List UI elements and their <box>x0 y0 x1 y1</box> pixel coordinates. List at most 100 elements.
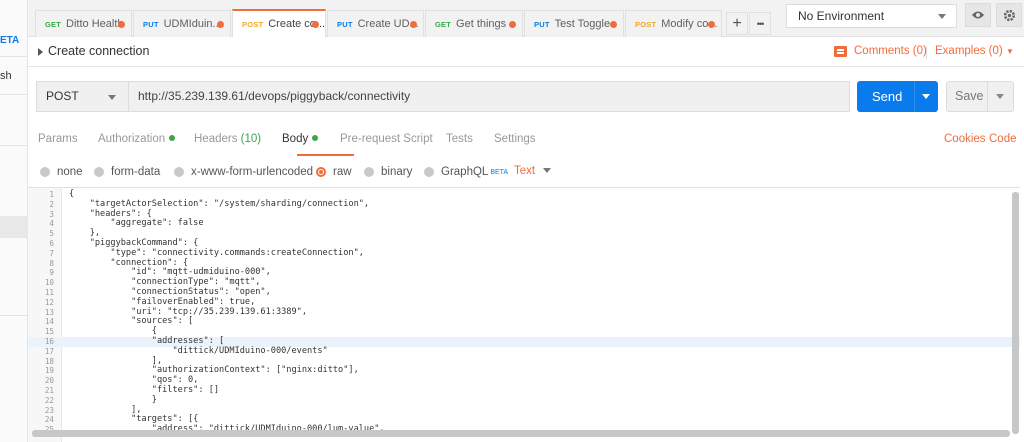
tab-tests[interactable]: Tests <box>446 133 473 145</box>
code-line[interactable]: 4 "aggregate": false <box>28 219 1020 229</box>
line-number: 2 <box>49 199 54 209</box>
body-type-urlencoded[interactable]: x-www-form-urlencoded <box>174 166 313 178</box>
tab-label: Ditto Health <box>66 18 124 30</box>
line-number: 15 <box>44 327 54 337</box>
vertical-scrollbar[interactable] <box>1012 192 1019 434</box>
unsaved-dot-icon <box>708 21 715 28</box>
body-type-label: raw <box>333 166 352 178</box>
http-method-select[interactable]: POST <box>36 81 129 112</box>
line-number: 24 <box>44 415 54 425</box>
tab-headers[interactable]: Headers (10) <box>194 133 261 145</box>
sidebar-selected-item[interactable] <box>0 216 28 238</box>
environment-select[interactable]: No Environment <box>786 4 957 28</box>
request-tab[interactable]: PUT Test Toggle <box>524 10 624 37</box>
body-type-graphql[interactable]: GraphQL BETA <box>424 166 508 178</box>
code-link[interactable]: Code <box>989 133 1017 145</box>
body-type-label: GraphQL <box>441 166 489 178</box>
new-tab-button[interactable]: + <box>726 12 748 35</box>
request-tab-strip: GET Ditto Health PUT UDMIduin... POST Cr… <box>28 0 782 37</box>
unsaved-dot-icon <box>410 21 417 28</box>
horizontal-scrollbar[interactable] <box>32 430 1010 437</box>
status-dot-icon <box>312 135 319 141</box>
tab-label: Test Toggle <box>554 18 611 30</box>
body-type-raw[interactable]: raw <box>316 166 352 178</box>
status-dot-icon <box>169 135 176 141</box>
line-number: 13 <box>44 307 54 317</box>
raw-format-value: Text <box>514 165 536 177</box>
line-number: 5 <box>49 229 54 239</box>
sidebar-divider <box>0 56 28 57</box>
code-line[interactable]: 17 "dittick/UDMIduino-000/events" <box>28 346 1020 357</box>
sidebar-divider <box>0 145 28 146</box>
chevron-down-icon[interactable] <box>996 94 1004 99</box>
more-tabs-button[interactable]: ••• <box>749 12 771 35</box>
body-code-editor[interactable]: 1{2 "targetActorSelection": "/system/sha… <box>28 187 1020 442</box>
tab-method: PUT <box>143 19 159 29</box>
radio-icon <box>94 167 104 177</box>
save-button[interactable]: Save <box>946 81 1014 112</box>
tab-body[interactable]: Body <box>282 133 319 145</box>
send-button[interactable]: Send <box>857 81 938 112</box>
tab-method: GET <box>435 19 452 29</box>
chevron-down-icon <box>938 14 946 19</box>
tab-settings[interactable]: Settings <box>494 133 536 145</box>
eye-icon <box>972 11 984 19</box>
code-line[interactable]: 2 "targetActorSelection": "/system/shard… <box>28 199 1020 210</box>
radio-icon <box>424 167 434 177</box>
comments-button[interactable]: Comments (0) <box>834 45 927 57</box>
request-title[interactable]: Create connection <box>48 44 149 58</box>
environment-bar: No Environment <box>782 0 1024 37</box>
line-number: 23 <box>44 405 54 415</box>
tab-method: PUT <box>534 19 550 29</box>
tab-prerequest-script[interactable]: Pre-request Script <box>340 133 433 145</box>
unsaved-dot-icon <box>509 21 516 28</box>
request-tab-active[interactable]: POST Create co... <box>232 9 326 37</box>
examples-button[interactable]: Examples (0) ▼ <box>935 45 1014 57</box>
tab-method: POST <box>635 19 657 29</box>
radio-icon <box>174 167 184 177</box>
unsaved-dot-icon <box>118 21 125 28</box>
tab-body-label: Body <box>282 133 309 145</box>
code-line[interactable]: 14 "sources": [ <box>28 317 1020 327</box>
sidebar-beta-label: ETA <box>0 35 20 46</box>
tab-method: PUT <box>337 19 353 29</box>
body-type-label: x-www-form-urlencoded <box>191 166 314 178</box>
collections-sidebar: ETA sh <box>0 0 28 442</box>
request-tab[interactable]: PUT Create UD... <box>327 10 424 37</box>
line-number: 4 <box>49 219 54 229</box>
tab-method: GET <box>45 19 62 29</box>
tab-authorization[interactable]: Authorization <box>98 133 176 145</box>
request-tab[interactable]: GET Get things <box>425 10 523 37</box>
request-tab[interactable]: POST Modify co... <box>625 10 722 37</box>
chevron-down-icon <box>108 95 116 100</box>
chevron-down-icon[interactable] <box>922 94 930 99</box>
chevron-down-icon <box>543 168 552 173</box>
line-number: 6 <box>49 239 54 248</box>
line-number: 7 <box>49 248 54 258</box>
line-number: 1 <box>49 190 54 199</box>
collapse-arrow-icon[interactable] <box>38 48 43 56</box>
request-tab[interactable]: GET Ditto Health <box>35 10 132 37</box>
save-label: Save <box>955 89 984 103</box>
tab-method: POST <box>242 19 264 29</box>
cookies-link[interactable]: Cookies <box>944 133 986 145</box>
manage-environments-button[interactable] <box>996 3 1022 27</box>
unsaved-dot-icon <box>217 21 224 28</box>
tab-params[interactable]: Params <box>38 133 78 145</box>
body-type-binary[interactable]: binary <box>364 166 412 178</box>
request-title-row: Create connection Comments (0) Examples … <box>28 37 1024 67</box>
gear-icon <box>1003 9 1015 21</box>
environment-quick-look-button[interactable] <box>965 3 991 27</box>
body-type-form-data[interactable]: form-data <box>94 166 160 178</box>
environment-selected: No Environment <box>798 9 885 23</box>
sidebar-text-fragment[interactable]: sh <box>0 70 12 82</box>
line-number: 10 <box>44 278 54 288</box>
request-tab[interactable]: PUT UDMIduin... <box>133 10 231 37</box>
code-line[interactable]: 21 "filters": [] <box>28 385 1020 396</box>
url-input[interactable]: http://35.239.139.61/devops/piggyback/co… <box>128 81 850 112</box>
code-line[interactable]: 22 } <box>28 395 1020 406</box>
body-type-none[interactable]: none <box>40 166 83 178</box>
tab-label: Get things <box>456 18 507 30</box>
send-label: Send <box>872 89 903 104</box>
raw-format-select[interactable]: Text <box>514 165 552 177</box>
